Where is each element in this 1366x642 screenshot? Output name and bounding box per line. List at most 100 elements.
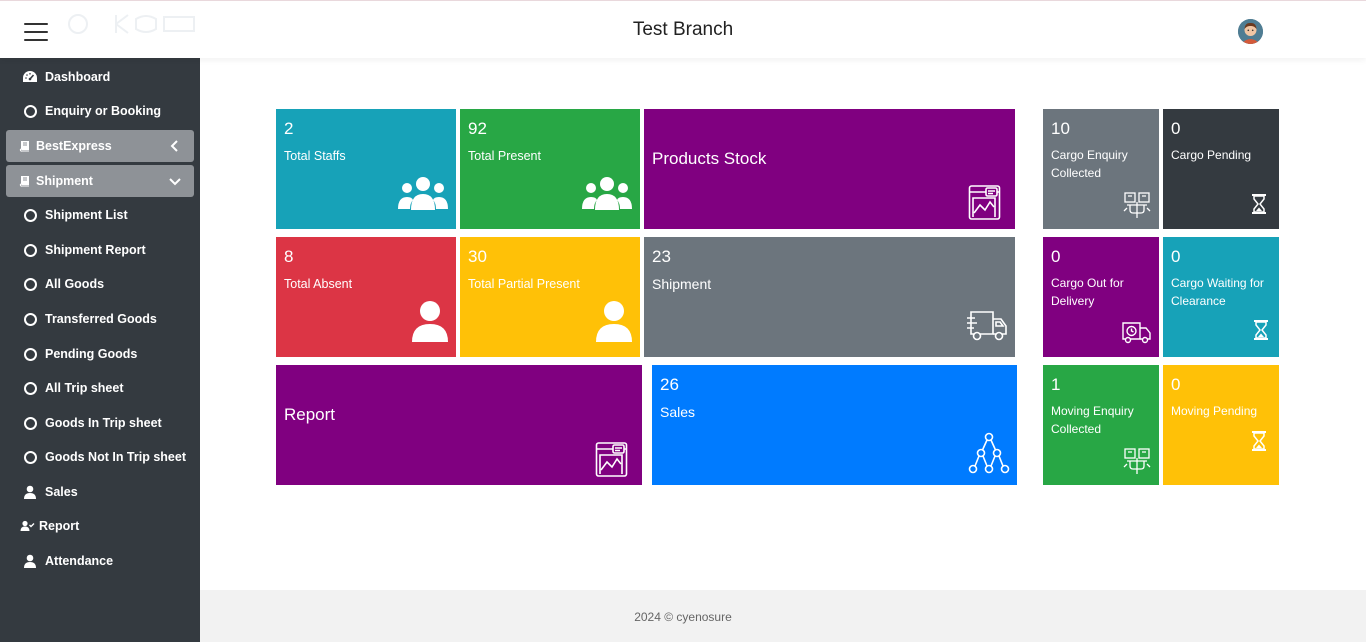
- sidebar-group-shipment[interactable]: Shipment: [6, 165, 194, 197]
- boxes-icon: [1123, 447, 1151, 480]
- tile-sales[interactable]: 26 Sales: [652, 365, 1017, 485]
- sidebar-item-label: Pending Goods: [45, 347, 138, 361]
- tile-moving-enquiry-collected[interactable]: 1 Moving Enquiry Collected: [1043, 365, 1159, 485]
- tile-total-present[interactable]: 92 Total Present: [460, 109, 640, 229]
- book-icon: [18, 172, 32, 190]
- tile-label: Shipment: [652, 276, 712, 292]
- tile-label: Total Partial Present: [468, 277, 580, 291]
- network-icon: [968, 432, 1010, 479]
- user-icon: [596, 300, 632, 347]
- tile-report[interactable]: Report: [276, 365, 642, 485]
- tile-value: 0: [1171, 119, 1181, 138]
- circle-icon: [21, 310, 39, 328]
- sidebar-item-dashboard[interactable]: Dashboard: [6, 61, 194, 93]
- tile-total-partial-present[interactable]: 30 Total Partial Present: [460, 237, 640, 357]
- boxes-icon: [1123, 191, 1151, 224]
- tile-value: 30: [468, 247, 487, 266]
- user-avatar[interactable]: [1238, 19, 1263, 44]
- sidebar-item-label: Shipment List: [45, 208, 128, 222]
- tile-label: Total Present: [468, 149, 541, 163]
- circle-icon: [21, 241, 39, 259]
- chevron-left-icon: [168, 139, 182, 153]
- users-icon: [397, 175, 449, 218]
- sidebar-item-label: Shipment Report: [45, 243, 146, 257]
- tile-value: 8: [284, 247, 294, 266]
- circle-icon: [21, 206, 39, 224]
- circle-icon: [21, 448, 39, 466]
- circle-icon: [21, 414, 39, 432]
- truck-icon: [966, 310, 1008, 347]
- sidebar-item-label: Shipment: [36, 174, 93, 188]
- tile-shipment[interactable]: 23 Shipment: [644, 237, 1015, 357]
- dashboard-icon: [21, 68, 39, 86]
- tile-products-stock[interactable]: Products Stock: [644, 109, 1015, 229]
- tile-label: Products Stock: [652, 149, 767, 168]
- sidebar-item-pending-goods[interactable]: Pending Goods: [6, 338, 194, 370]
- sidebar-item-label: Sales: [45, 485, 78, 499]
- sidebar-item-label: Dashboard: [45, 70, 111, 84]
- tile-cargo-enquiry-collected[interactable]: 10 Cargo Enquiry Collected: [1043, 109, 1159, 229]
- tile-cargo-pending[interactable]: 0 Cargo Pending: [1163, 109, 1279, 229]
- tile-cargo-out-for-delivery[interactable]: 0 Cargo Out for Delivery: [1043, 237, 1159, 357]
- chart-window-icon: [968, 184, 1001, 226]
- sidebar-item-attendance[interactable]: Attendance: [6, 545, 194, 577]
- hourglass-icon: [1254, 320, 1268, 345]
- tile-label: Report: [284, 405, 336, 424]
- sidebar-item-shipment-list[interactable]: Shipment List: [6, 199, 194, 231]
- tile-value: 0: [1171, 247, 1181, 266]
- sidebar-item-all-goods[interactable]: All Goods: [6, 268, 194, 300]
- sidebar-item-label: Goods Not In Trip sheet: [45, 450, 186, 464]
- tile-value: 10: [1051, 119, 1070, 138]
- tile-value: 26: [660, 375, 679, 394]
- users-icon: [581, 175, 633, 218]
- sidebar-item-goods-in-trip-sheet[interactable]: Goods In Trip sheet: [6, 407, 194, 439]
- chevron-down-icon: [168, 174, 182, 188]
- tile-label: Total Staffs: [284, 149, 346, 163]
- page-footer: 2024 © cyenosure: [200, 590, 1366, 642]
- sidebar-item-report[interactable]: Report: [6, 510, 194, 542]
- tile-value: 0: [1051, 247, 1061, 266]
- tile-label: Total Absent: [284, 277, 353, 291]
- sidebar-group-bestexpress[interactable]: BestExpress: [6, 130, 194, 162]
- tile-label: Sales: [660, 404, 696, 420]
- sidebar-item-transferred-goods[interactable]: Transferred Goods: [6, 303, 194, 335]
- tile-cargo-waiting-for-clearance[interactable]: 0 Cargo Waiting for Clearance: [1163, 237, 1279, 357]
- tile-total-absent[interactable]: 8 Total Absent: [276, 237, 456, 357]
- sidebar-item-label: Goods In Trip sheet: [45, 416, 162, 430]
- tile-value: 1: [1051, 375, 1061, 394]
- tile-value: 2: [284, 119, 294, 138]
- sidebar-item-label: Transferred Goods: [45, 312, 157, 326]
- circle-icon: [21, 275, 39, 293]
- tile-label: Cargo Waiting for Clearance: [1171, 276, 1264, 308]
- hourglass-icon: [1252, 194, 1266, 219]
- circle-icon: [21, 102, 39, 120]
- circle-icon: [21, 379, 39, 397]
- sidebar: Dashboard Enquiry or Booking BestExpress…: [0, 58, 200, 642]
- user-icon: [21, 552, 39, 570]
- hourglass-icon: [1252, 431, 1266, 456]
- sidebar-item-label: Enquiry or Booking: [45, 104, 161, 118]
- chart-window-icon: [595, 441, 628, 483]
- tile-label: Cargo Enquiry Collected: [1051, 148, 1128, 180]
- sidebar-item-sales[interactable]: Sales: [6, 476, 194, 508]
- page-title: Test Branch: [632, 19, 734, 40]
- delivery-truck-icon: [1122, 321, 1152, 350]
- sidebar-item-label: BestExpress: [36, 139, 112, 153]
- tile-label: Cargo Out for Delivery: [1051, 276, 1124, 308]
- tile-moving-pending[interactable]: 0 Moving Pending: [1163, 365, 1279, 485]
- top-header: Test Branch: [0, 0, 1366, 58]
- sidebar-item-label: All Goods: [45, 277, 105, 291]
- sidebar-item-goods-not-in-trip-sheet[interactable]: Goods Not In Trip sheet: [6, 441, 194, 473]
- sidebar-item-label: Report: [39, 519, 80, 533]
- sidebar-item-shipment-report[interactable]: Shipment Report: [6, 234, 194, 266]
- user-icon: [412, 300, 448, 347]
- tile-label: Cargo Pending: [1171, 148, 1252, 162]
- circle-icon: [21, 345, 39, 363]
- tile-value: 0: [1171, 375, 1181, 394]
- sidebar-item-label: All Trip sheet: [45, 381, 124, 395]
- sidebar-item-enquiry-or-booking[interactable]: Enquiry or Booking: [6, 95, 194, 127]
- sidebar-item-all-trip-sheet[interactable]: All Trip sheet: [6, 372, 194, 404]
- tile-value: 92: [468, 119, 487, 138]
- tile-total-staffs[interactable]: 2 Total Staffs: [276, 109, 456, 229]
- user-icon: [21, 483, 39, 501]
